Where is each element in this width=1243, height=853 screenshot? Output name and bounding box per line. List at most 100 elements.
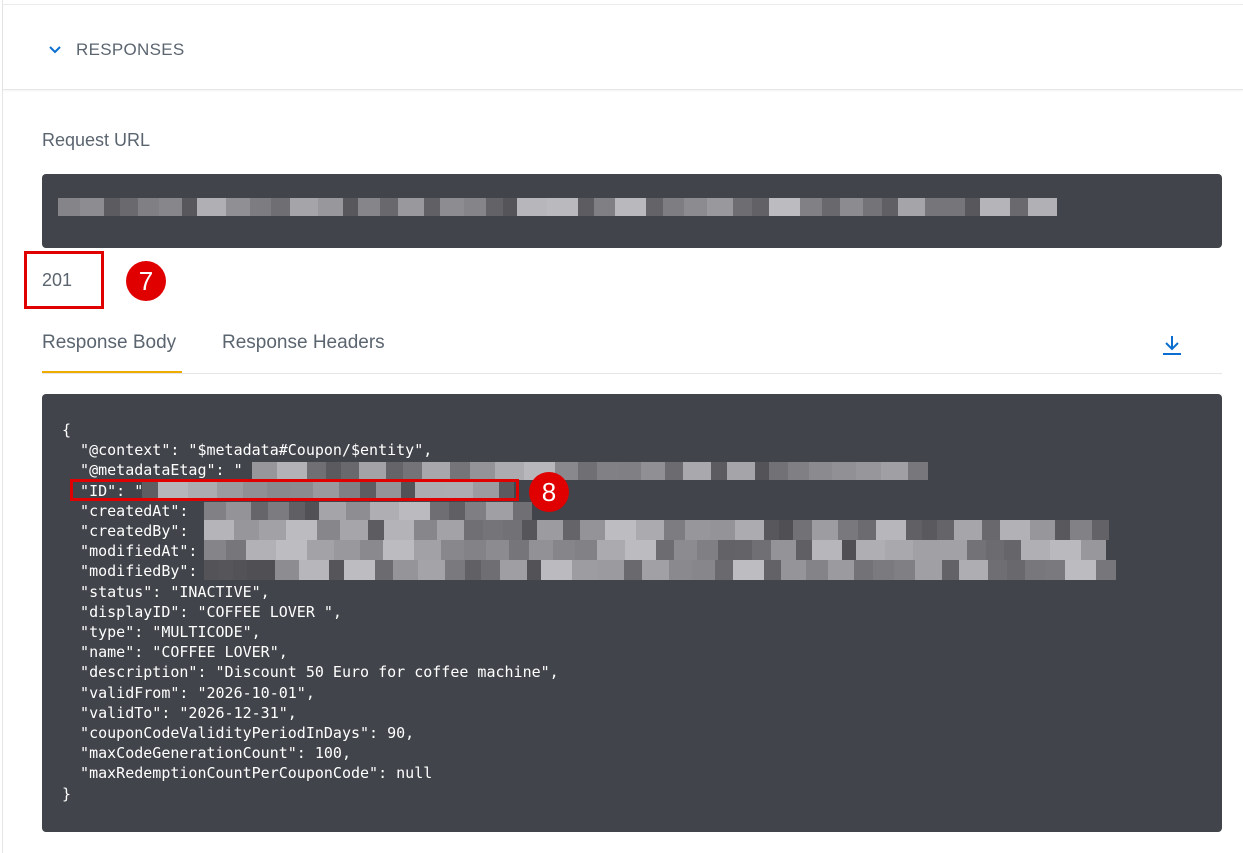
tab-response-body[interactable]: Response Body — [42, 332, 176, 354]
redaction-pixel — [138, 198, 159, 216]
redaction-pixel — [440, 198, 464, 216]
redaction-pixel — [954, 520, 982, 540]
download-icon[interactable] — [1160, 333, 1184, 357]
redaction-pixel — [503, 198, 517, 216]
code-line: "createdAt": — [62, 501, 189, 520]
redaction-pixel — [251, 502, 268, 520]
redaction-pixel — [159, 198, 182, 216]
redaction-pixel — [636, 520, 664, 540]
code-line: "validFrom": "2026-10-01", — [62, 683, 315, 702]
redaction-pixel — [615, 198, 646, 216]
redaction-pixel — [812, 520, 838, 540]
redaction-pixel — [503, 520, 522, 540]
redaction-pixel — [619, 462, 641, 480]
redaction-pixel — [486, 540, 509, 560]
redaction-pixel — [500, 560, 527, 580]
redaction-pixel — [246, 540, 276, 560]
redaction-pixel — [982, 520, 1000, 540]
redaction-pixel — [104, 198, 120, 216]
redaction-pixel — [967, 540, 986, 560]
redaction-pixel — [578, 198, 594, 216]
responses-title: RESPONSES — [76, 40, 185, 59]
redaction-pixel — [1055, 520, 1070, 540]
redaction-pixel — [465, 502, 486, 520]
redaction-pixel — [1050, 540, 1081, 560]
redaction-pixel — [692, 560, 715, 580]
redaction-pixel — [233, 560, 247, 580]
redaction-pixel — [483, 520, 503, 540]
redaction-pixel — [360, 540, 383, 560]
redaction-pixel — [1007, 560, 1025, 580]
redaction-pixel — [769, 198, 800, 216]
redaction-pixel — [541, 560, 572, 580]
redaction-pixel — [398, 198, 424, 216]
redaction-pixel — [1025, 560, 1045, 580]
redaction-pixel — [735, 520, 764, 540]
redaction-pixel — [449, 502, 465, 520]
chevron-down-icon[interactable] — [47, 41, 63, 57]
redaction-pixel — [380, 198, 398, 216]
redaction-pixel — [812, 540, 842, 560]
redaction-pixel — [942, 560, 959, 580]
redaction-pixel — [424, 198, 440, 216]
redaction-pixel — [898, 198, 925, 216]
redaction-pixel — [711, 462, 727, 480]
redaction-pixel — [755, 462, 769, 480]
redaction-pixel — [414, 540, 441, 560]
redaction-pixel — [547, 198, 578, 216]
redaction-pixel — [368, 520, 384, 540]
redaction-pixel — [733, 198, 752, 216]
id-highlight-box — [70, 479, 519, 501]
redaction-pixel — [1096, 560, 1116, 580]
redaction-pixel — [624, 560, 642, 580]
redaction-pixel — [598, 560, 624, 580]
redaction-pixel — [343, 198, 358, 216]
redaction-pixel — [197, 198, 226, 216]
redaction-pixel — [120, 198, 138, 216]
redaction-pixel — [727, 462, 755, 480]
redaction-pixel — [58, 198, 80, 216]
redaction-pixel — [684, 198, 707, 216]
redaction-pixel — [1070, 520, 1092, 540]
redaction-pixel — [809, 462, 832, 480]
redaction-pixel — [465, 560, 481, 580]
marker-8: 8 — [529, 472, 569, 512]
redaction-pixel — [226, 540, 246, 560]
redaction-pixel — [908, 462, 928, 480]
tab-response-headers[interactable]: Response Headers — [222, 332, 385, 354]
redaction-pixel — [854, 560, 873, 580]
redaction-pixel — [393, 560, 418, 580]
redaction-pixel — [537, 520, 563, 540]
redaction-pixel — [646, 198, 663, 216]
redaction-pixel — [1028, 198, 1057, 216]
redaction-pixel — [769, 462, 788, 480]
redaction-pixel — [326, 462, 341, 480]
redaction-pixel — [346, 502, 370, 520]
redaction-pixel — [450, 462, 470, 480]
redaction-pixel — [529, 540, 553, 560]
redaction-pixel — [375, 560, 393, 580]
redaction-pixel — [340, 520, 368, 540]
redaction-pixel — [625, 540, 656, 560]
redaction-pixel — [486, 502, 513, 520]
redaction-pixel — [882, 198, 898, 216]
redaction-pixel — [276, 540, 307, 560]
redaction-pixel — [822, 198, 840, 216]
redaction-pixel — [988, 560, 1007, 580]
redaction-pixel — [980, 198, 1010, 216]
redaction-pixel — [752, 198, 769, 216]
redaction-pixel — [204, 502, 226, 520]
responses-header[interactable]: RESPONSES — [3, 4, 1243, 90]
redaction-pixel — [204, 520, 234, 540]
redaction-pixel — [182, 198, 197, 216]
redaction-pixel — [513, 502, 532, 520]
redaction-pixel — [204, 540, 226, 560]
redaction-pixel — [663, 198, 684, 216]
status-code: 201 — [42, 270, 73, 290]
redaction-pixel — [605, 520, 636, 540]
redaction-pixel — [764, 520, 779, 540]
redaction-pixel — [885, 540, 913, 560]
redaction-pixel — [685, 520, 710, 540]
redaction-pixel — [1045, 560, 1065, 580]
code-line: "type": "MULTICODE", — [62, 623, 261, 641]
